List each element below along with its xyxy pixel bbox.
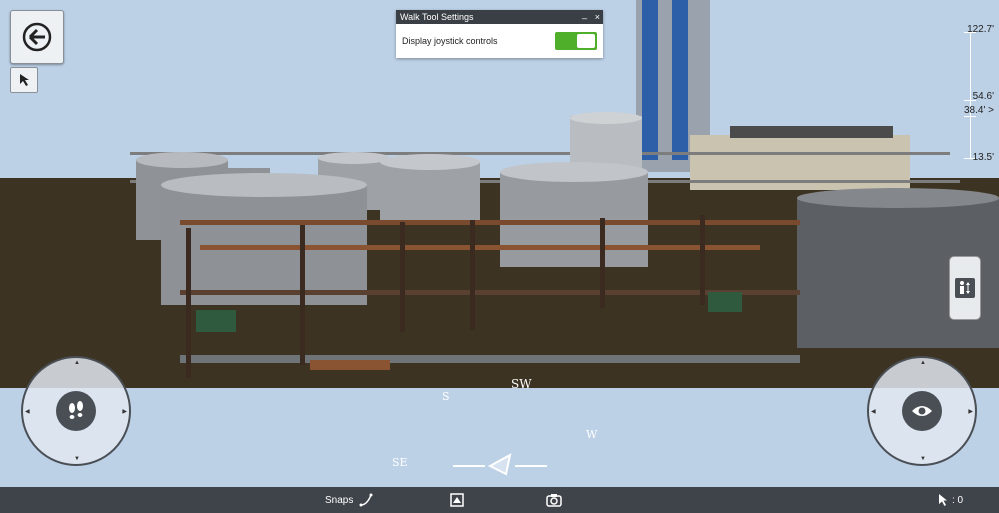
joystick-setting-row: Display joystick controls — [396, 24, 603, 58]
camera-icon — [546, 494, 562, 507]
pointer-icon — [939, 493, 947, 506]
ruler-tick — [964, 116, 976, 117]
compass-label-s: S — [442, 390, 450, 403]
joystick-up-arrow: ▲ — [920, 360, 926, 366]
joystick-right-arrow: ▶ — [968, 409, 973, 415]
camera-button[interactable] — [546, 487, 562, 513]
minimize-button[interactable]: _ — [582, 7, 587, 21]
bottom-toolbar: Snaps : 0 — [0, 487, 999, 513]
joystick-left-arrow: ◀ — [25, 409, 30, 415]
selection-count: : 0 — [938, 487, 963, 513]
footprints-icon — [69, 401, 83, 419]
ruler-label-top: 122.7' — [967, 24, 994, 35]
back-button[interactable] — [10, 10, 64, 64]
joystick-toggle[interactable] — [555, 32, 597, 50]
compass-label-se: SE — [392, 456, 408, 469]
snaps-label: Snaps — [325, 494, 354, 506]
3d-viewport[interactable]: SW S W SE — [0, 0, 999, 487]
eye-icon — [912, 406, 932, 416]
panel-title: Walk Tool Settings — [400, 12, 474, 22]
look-joystick-handle[interactable] — [902, 391, 942, 431]
compass-label-w: W — [586, 428, 598, 441]
select-tool-button[interactable] — [10, 67, 38, 93]
joystick-up-arrow: ▲ — [74, 360, 80, 366]
panel-header: Walk Tool Settings _ × — [396, 7, 603, 24]
joystick-right-arrow: ▶ — [122, 409, 127, 415]
ruler-label-bottom: 13.5' — [972, 152, 994, 163]
back-arrow-icon — [22, 22, 52, 52]
snap-icon — [359, 493, 373, 507]
elevation-button[interactable] — [949, 256, 981, 320]
people-elevation-icon — [955, 278, 975, 298]
ruler-label-mid: 54.6' — [972, 91, 994, 102]
compass-label-sw: SW — [511, 377, 532, 391]
walk-tool-settings-panel: Walk Tool Settings _ × Display joystick … — [396, 7, 603, 58]
view-button[interactable] — [450, 487, 464, 513]
walk-joystick[interactable]: ▲ ▼ ◀ ▶ — [21, 356, 131, 466]
joystick-setting-label: Display joystick controls — [402, 36, 498, 46]
snaps-button[interactable]: Snaps — [325, 487, 373, 513]
view-icon — [450, 493, 464, 507]
walk-joystick-handle[interactable] — [56, 391, 96, 431]
joystick-down-arrow: ▼ — [920, 456, 926, 462]
selection-count-label: : 0 — [952, 494, 964, 506]
look-joystick[interactable]: ▲ ▼ ◀ ▶ — [867, 356, 977, 466]
joystick-left-arrow: ◀ — [871, 409, 876, 415]
cursor-icon — [20, 74, 29, 86]
elevation-ruler: 122.7' 54.6' 38.4' > 13.5' — [942, 20, 996, 165]
close-button[interactable]: × — [595, 10, 600, 24]
ruler-line — [970, 32, 971, 158]
toggle-knob — [577, 34, 595, 48]
joystick-down-arrow: ▼ — [74, 456, 80, 462]
ruler-label-current: 38.4' > — [964, 105, 994, 116]
